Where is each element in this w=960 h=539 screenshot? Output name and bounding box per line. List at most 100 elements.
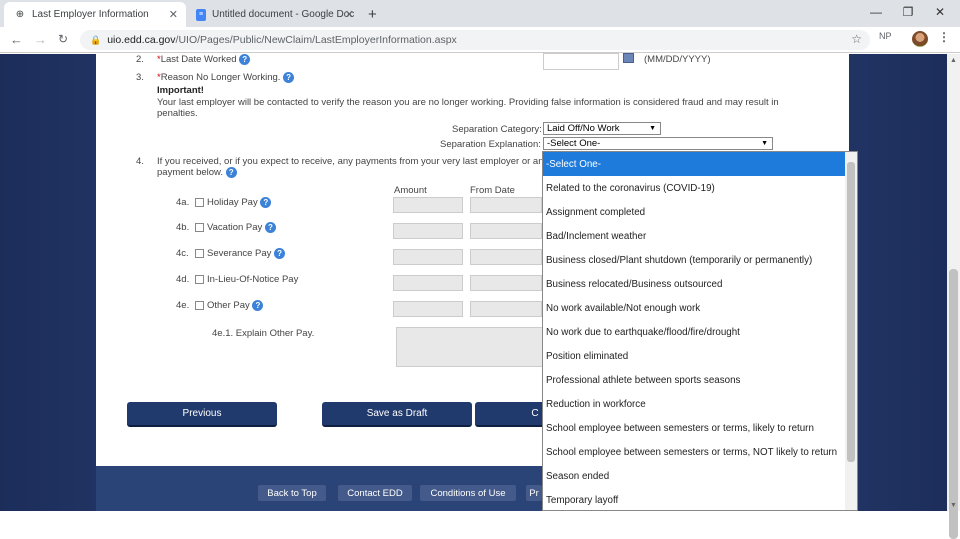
separation-explanation-label: Separation Explanation: [440,139,541,150]
profile-avatar[interactable] [912,31,928,47]
holiday-amount-input[interactable] [393,197,463,213]
footer-link-back-to-top[interactable]: Back to Top [258,485,326,501]
save-draft-button[interactable]: Save as Draft [322,402,472,427]
separation-explanation-select[interactable]: -Select One- ▼ [543,137,773,150]
row-id: 4a. [176,197,190,208]
other-from-date-input[interactable] [470,301,542,317]
chevron-down-icon: ▼ [761,140,768,147]
q4-text-2: payment below. [157,167,224,179]
docs-icon: ≡ [196,8,206,21]
help-icon[interactable]: ? [252,300,264,311]
q3-number: 3. [136,72,144,83]
back-arrow-icon[interactable]: ← [10,32,23,47]
separation-explanation-dropdown: -Select One- Related to the coronavirus … [542,151,858,511]
in-lieu-pay-checkbox[interactable] [195,275,204,284]
q3-label: Reason No Longer Working. [160,72,281,84]
close-icon[interactable]: ✕ [345,8,354,21]
url-path: /UIO/Pages/Public/NewClaim/LastEmployerI… [175,34,457,46]
chevron-down-icon: ▼ [649,125,656,132]
q2-label: Last Date Worked [160,54,237,66]
close-icon[interactable]: ✕ [169,8,178,21]
dropdown-option[interactable]: Temporary layoff [543,488,857,510]
calendar-icon[interactable] [623,53,634,63]
row-id: 4b. [176,222,190,233]
severance-amount-input[interactable] [393,249,463,265]
dropdown-option[interactable]: Assignment completed [543,200,857,224]
other-amount-input[interactable] [393,301,463,317]
tab-title: Last Employer Information [32,9,149,20]
q4-text-1: If you received, or if you expect to rec… [157,156,549,167]
dropdown-option[interactable]: Professional athlete between sports seas… [543,368,857,392]
dropdown-option[interactable]: No work available/Not enough work [543,296,857,320]
help-icon[interactable]: ? [225,167,237,178]
holiday-pay-checkbox[interactable] [195,198,204,207]
extension-np[interactable]: NP [879,31,892,41]
help-icon[interactable]: ? [260,197,272,208]
previous-button[interactable]: Previous [127,402,277,427]
dropdown-option[interactable]: Reduction in workforce [543,392,857,416]
window-close-button[interactable]: ✕ [924,0,956,24]
help-icon[interactable]: ? [264,222,276,233]
dropdown-option[interactable]: Related to the coronavirus (COVID-19) [543,176,857,200]
other-pay-checkbox[interactable] [195,301,204,310]
separation-category-value: Laid Off/No Work [547,123,620,134]
tab-strip: ⊕ Last Employer Information ✕ ≡ Untitled… [0,0,960,27]
maximize-button[interactable]: ❐ [892,0,924,24]
column-amount: Amount [394,185,427,196]
dropdown-option[interactable]: Bad/Inclement weather [543,224,857,248]
severance-from-date-input[interactable] [470,249,542,265]
in-lieu-amount-input[interactable] [393,275,463,291]
warning-text-1: Your last employer will be contacted to … [157,97,779,108]
row-label: In-Lieu-Of-Notice Pay [207,274,299,285]
footer-link-contact-edd[interactable]: Contact EDD [338,485,412,501]
help-icon[interactable]: ? [274,248,286,259]
row-id: 4c. [176,248,189,259]
scroll-up-icon[interactable]: ▲ [947,54,960,66]
reload-icon[interactable]: ↻ [58,32,68,46]
tab-title: Untitled document - Google Doc [212,9,355,20]
page-scrollbar[interactable]: ▲ ▼ [947,54,960,539]
scroll-down-icon[interactable]: ▼ [947,499,960,511]
explain-other-textarea[interactable] [396,327,543,367]
url-host: uio.edd.ca.gov [107,34,176,46]
vacation-amount-input[interactable] [393,223,463,239]
warning-text-2: penalties. [157,108,198,119]
menu-dots-icon[interactable]: ⋮ [938,30,950,44]
row-id: 4e. [176,300,190,311]
address-bar-row: ← → ↻ 🔒 uio.edd.ca.gov/UIO/Pages/Public/… [0,27,960,53]
footer-link-conditions[interactable]: Conditions of Use [420,485,516,501]
last-date-worked-input[interactable] [543,53,619,70]
forward-arrow-icon[interactable]: → [34,32,47,47]
new-tab-button[interactable]: + [368,2,388,27]
dropdown-option[interactable]: School employee between semesters or ter… [543,440,857,464]
dropdown-option[interactable]: Business closed/Plant shutdown (temporar… [543,248,857,272]
vacation-from-date-input[interactable] [470,223,542,239]
minimize-button[interactable]: — [860,0,892,24]
dropdown-option[interactable]: Business relocated/Business outsourced [543,272,857,296]
dropdown-option[interactable]: -Select One- [543,152,857,176]
separation-category-select[interactable]: Laid Off/No Work ▼ [543,122,661,135]
help-icon[interactable]: ? [239,54,251,65]
footer-link-privacy[interactable]: Pr [526,485,542,501]
help-icon[interactable]: ? [283,72,295,83]
dropdown-scrollbar[interactable] [845,152,857,510]
dropdown-scroll-thumb[interactable] [847,162,855,462]
dropdown-option[interactable]: No work due to earthquake/flood/fire/dro… [543,320,857,344]
q3-label-wrap: *Reason No Longer Working. ? [157,72,295,84]
explain-other-label: 4e.1. Explain Other Pay. [212,328,315,339]
in-lieu-from-date-input[interactable] [470,275,542,291]
star-icon[interactable]: ☆ [851,32,862,46]
q4-number: 4. [136,156,144,167]
row-label: Severance Pay ? [207,248,286,259]
severance-pay-checkbox[interactable] [195,249,204,258]
tab-last-employer[interactable]: ⊕ Last Employer Information ✕ [4,2,186,27]
dropdown-option[interactable]: Position eliminated [543,344,857,368]
date-format-hint: (MM/DD/YYYY) [644,54,711,65]
row-label: Vacation Pay ? [207,222,276,233]
dropdown-option[interactable]: Season ended [543,464,857,488]
vacation-pay-checkbox[interactable] [195,223,204,232]
tab-google-doc[interactable]: ≡ Untitled document - Google Doc ✕ [186,2,362,27]
holiday-from-date-input[interactable] [470,197,542,213]
url-field[interactable]: 🔒 uio.edd.ca.gov/UIO/Pages/Public/NewCla… [80,30,870,50]
dropdown-option[interactable]: School employee between semesters or ter… [543,416,857,440]
